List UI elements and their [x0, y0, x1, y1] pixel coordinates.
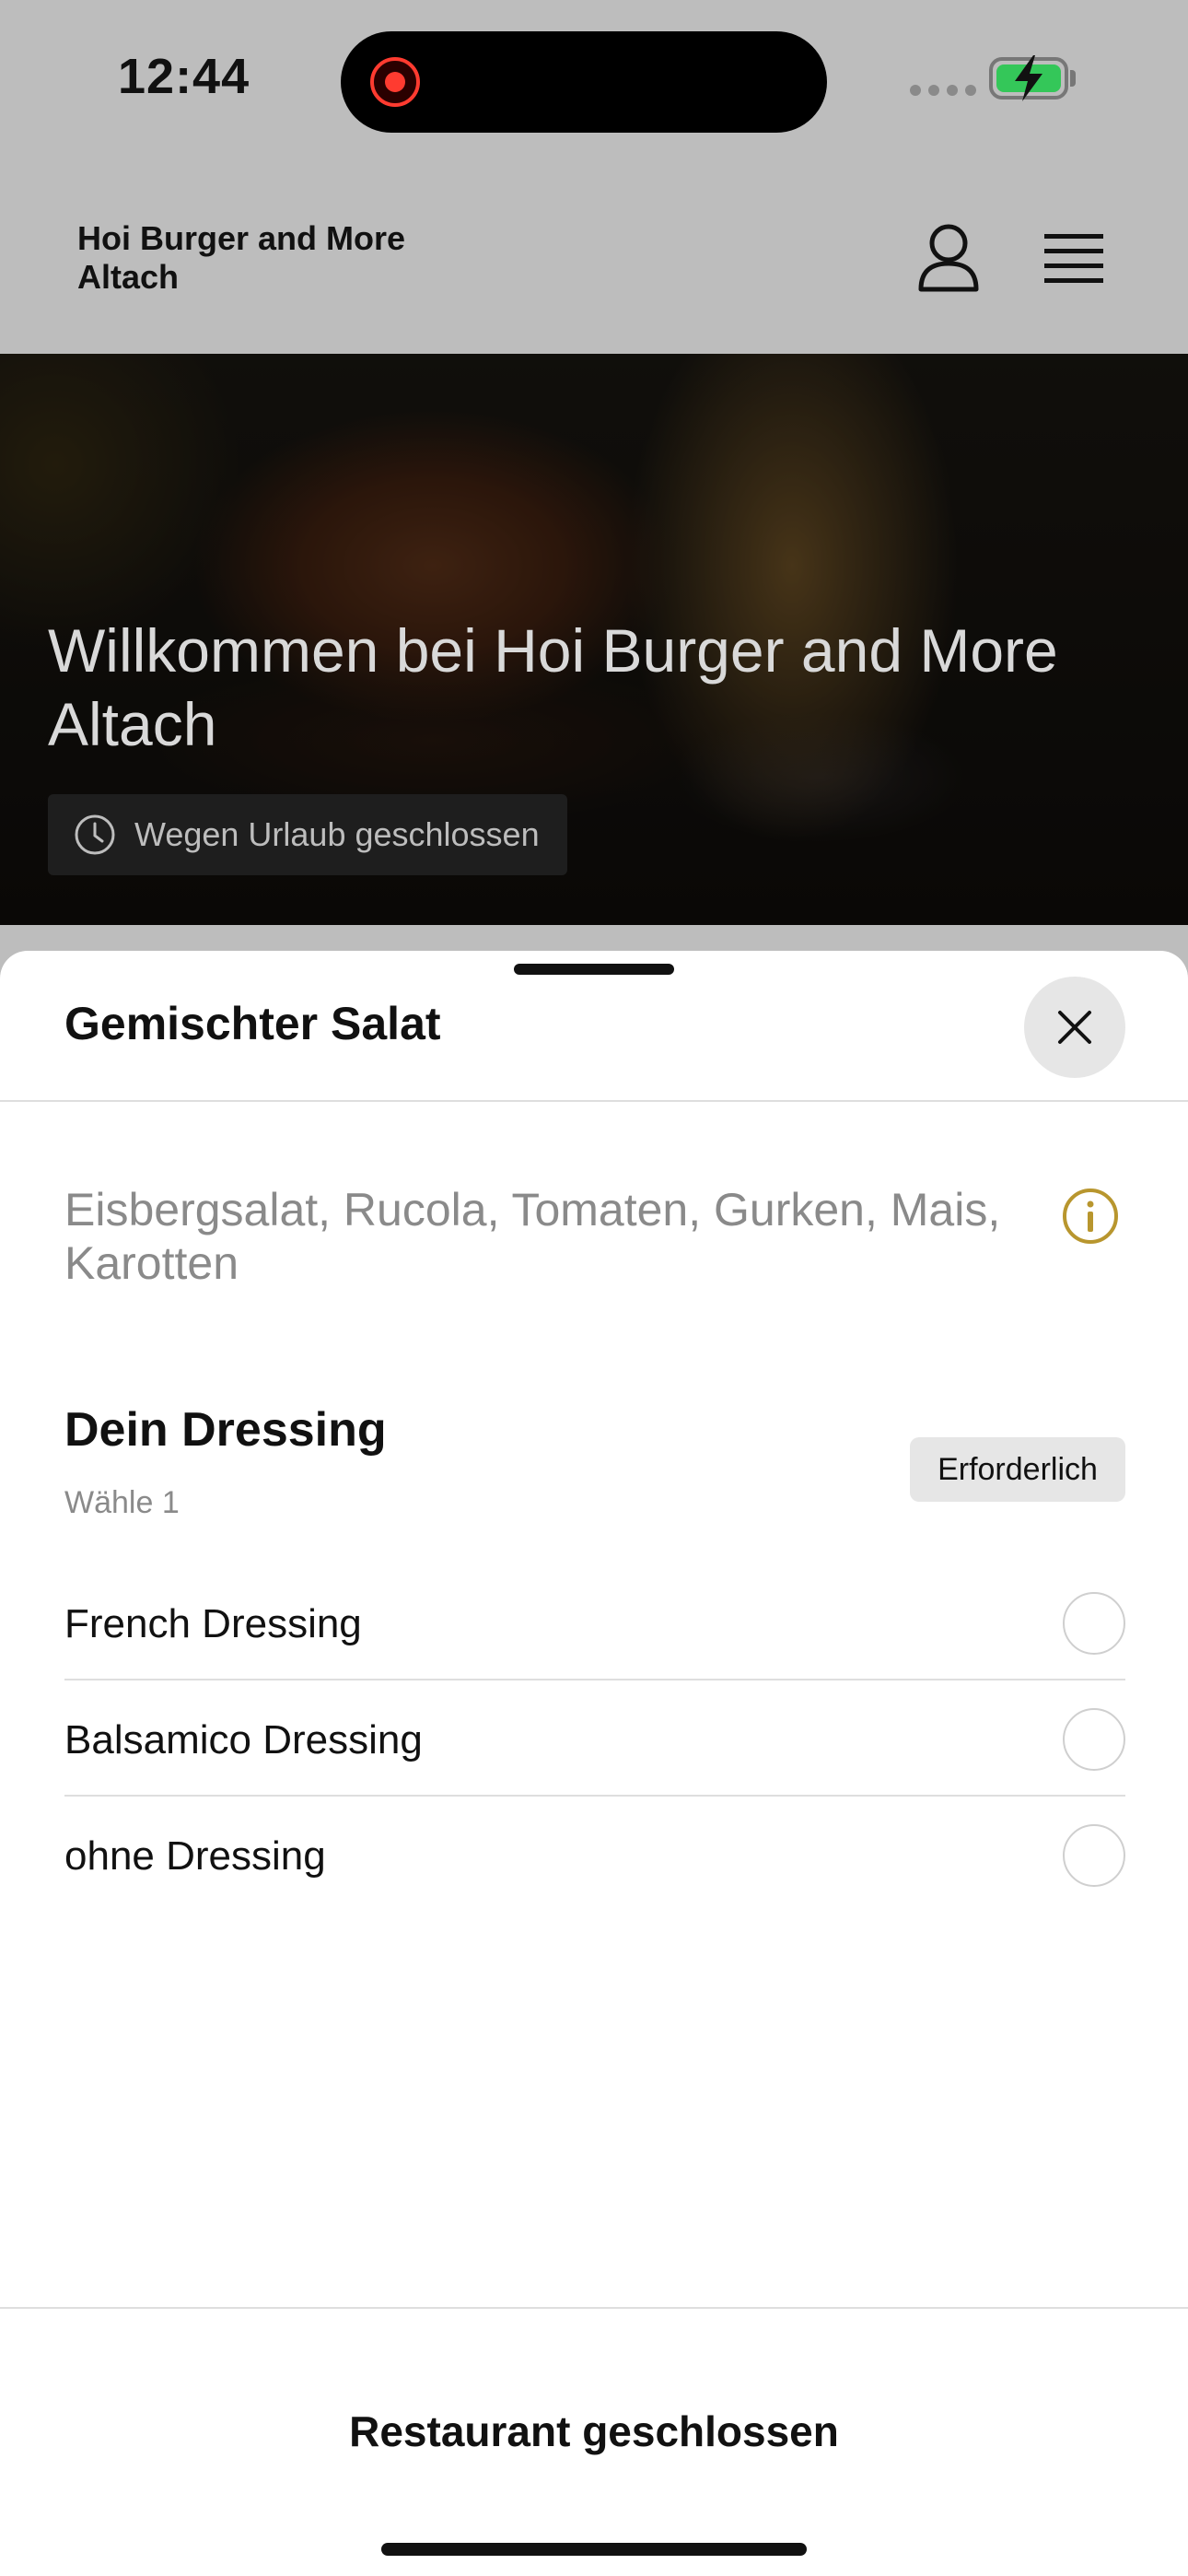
- user-icon[interactable]: [917, 223, 980, 293]
- radio-button[interactable]: [1063, 1824, 1125, 1887]
- option-label: French Dressing: [64, 1601, 362, 1646]
- product-title: Gemischter Salat: [64, 998, 441, 1049]
- closed-notice-text: Wegen Urlaub geschlossen: [134, 815, 540, 853]
- info-icon[interactable]: [1061, 1187, 1120, 1246]
- charging-bolt-icon: [1015, 55, 1042, 101]
- cellular-signal-icon: [910, 85, 976, 96]
- product-description: Eisbergsalat, Rucola, Tomaten, Gurken, M…: [64, 1184, 1001, 1289]
- closed-notice-badge: Wegen Urlaub geschlossen: [48, 794, 567, 875]
- battery-nub: [1070, 70, 1076, 87]
- dressing-option-none[interactable]: ohne Dressing: [64, 1797, 1125, 1913]
- clock-icon: [75, 814, 115, 855]
- status-bar: 12:44: [0, 0, 1188, 166]
- option-group-title: Dein Dressing: [64, 1403, 387, 1457]
- radio-button[interactable]: [1063, 1592, 1125, 1655]
- app-header: Hoi Burger and More Altach: [0, 166, 1188, 354]
- dressing-option-balsamico[interactable]: Balsamico Dressing: [64, 1680, 1125, 1797]
- menu-icon[interactable]: [1044, 232, 1103, 284]
- radio-button[interactable]: [1063, 1708, 1125, 1771]
- option-label: Balsamico Dressing: [64, 1717, 423, 1762]
- close-icon: [1058, 1011, 1091, 1044]
- option-label: ohne Dressing: [64, 1833, 326, 1879]
- status-time: 12:44: [118, 49, 250, 104]
- footer-divider: [0, 2307, 1188, 2309]
- product-detail-sheet: Gemischter Salat Eisbergsalat, Rucola, T…: [0, 951, 1188, 2576]
- header-divider: [0, 1100, 1188, 1102]
- sheet-grabber[interactable]: [514, 964, 674, 975]
- close-button[interactable]: [1024, 977, 1125, 1078]
- hero-banner: Willkommen bei Hoi Burger and More Altac…: [0, 354, 1188, 925]
- restaurant-name[interactable]: Hoi Burger and More Altach: [77, 219, 483, 297]
- option-group-subtitle: Wähle 1: [64, 1485, 180, 1520]
- background-page: 12:44 Hoi Burger and More Altach Willkom…: [0, 0, 1188, 1013]
- hero-title: Willkommen bei Hoi Burger and More Altac…: [48, 616, 1058, 758]
- screen-recording-icon: [370, 57, 420, 107]
- restaurant-closed-button: Restaurant geschlossen: [349, 2407, 839, 2455]
- required-badge: Erforderlich: [910, 1437, 1125, 1502]
- home-indicator: [381, 2543, 807, 2556]
- dressing-option-french[interactable]: French Dressing: [64, 1564, 1125, 1680]
